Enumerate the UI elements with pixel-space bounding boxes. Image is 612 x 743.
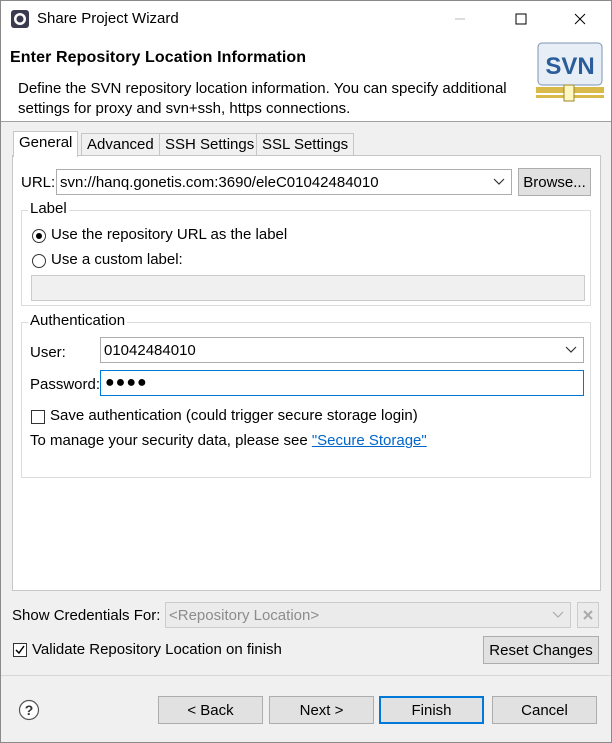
url-label: URL:: [21, 174, 56, 191]
secure-storage-text: To manage your security data, please see: [30, 432, 308, 449]
password-value: ●●●●: [105, 374, 148, 391]
chevron-down-icon: [552, 611, 564, 618]
authentication-group: Authentication User: 01042484010 Passwor…: [21, 312, 591, 478]
user-combobox[interactable]: 01042484010: [100, 337, 584, 363]
save-authentication-checkbox[interactable]: [31, 410, 45, 424]
svg-text:?: ?: [25, 702, 34, 718]
radio-selected-dot: [36, 233, 42, 239]
user-label: User:: [30, 344, 66, 361]
authentication-group-title: Authentication: [28, 312, 128, 329]
tab-ssh-settings-label: SSH Settings: [165, 136, 255, 153]
tab-ssl-settings[interactable]: SSL Settings: [256, 133, 355, 156]
back-button[interactable]: < Back: [158, 696, 263, 724]
wizard-window: Share Project Wizard Enter Repository Lo…: [0, 0, 612, 743]
minimize-button[interactable]: [437, 1, 483, 37]
finish-button-label: Finish: [411, 701, 452, 719]
use-repo-url-label[interactable]: Use the repository URL as the label: [51, 226, 287, 243]
close-icon: [574, 13, 586, 25]
window-title: Share Project Wizard: [37, 10, 179, 27]
general-tab-panel: URL: svn://hanq.gonetis.com:3690/eleC010…: [12, 155, 601, 591]
use-repo-url-radio[interactable]: [32, 229, 46, 243]
maximize-icon: [515, 13, 527, 25]
browse-button[interactable]: Browse...: [518, 168, 591, 196]
tab-general[interactable]: General: [13, 131, 79, 157]
minimize-icon: [455, 18, 465, 20]
page-description: Define the SVN repository location infor…: [18, 80, 507, 117]
url-combobox[interactable]: svn://hanq.gonetis.com:3690/eleC01042484…: [56, 169, 512, 195]
chevron-down-icon: [493, 178, 505, 185]
title-bar: Share Project Wizard: [1, 1, 611, 37]
delete-credentials-button[interactable]: [577, 602, 599, 628]
footer-separator: [1, 675, 611, 676]
validate-label[interactable]: Validate Repository Location on finish: [32, 641, 282, 658]
show-credentials-combobox[interactable]: <Repository Location>: [165, 602, 571, 628]
cancel-button-label: Cancel: [521, 701, 568, 719]
show-credentials-value: <Repository Location>: [169, 607, 320, 624]
tab-general-label: General: [19, 134, 73, 151]
tab-ssl-settings-label: SSL Settings: [262, 136, 349, 153]
cancel-button[interactable]: Cancel: [492, 696, 597, 724]
maximize-button[interactable]: [498, 1, 544, 37]
svn-logo-icon: SVN: [536, 42, 604, 102]
label-group-title: Label: [28, 200, 69, 217]
reset-changes-label: Reset Changes: [489, 641, 593, 659]
wizard-header: Enter Repository Location Information De…: [1, 37, 611, 122]
page-title: Enter Repository Location Information: [10, 49, 307, 66]
help-icon[interactable]: ?: [18, 699, 40, 721]
tab-ssh-settings[interactable]: SSH Settings: [159, 133, 261, 156]
chevron-down-icon: [565, 346, 577, 353]
use-custom-label-text[interactable]: Use a custom label:: [51, 251, 183, 268]
show-credentials-label: Show Credentials For:: [12, 607, 161, 624]
secure-storage-link[interactable]: "Secure Storage": [312, 432, 427, 449]
eclipse-app-icon: [11, 10, 29, 28]
finish-button[interactable]: Finish: [379, 696, 484, 724]
user-value: 01042484010: [104, 342, 196, 359]
tab-advanced[interactable]: Advanced: [81, 133, 160, 156]
next-button-label: Next >: [299, 701, 344, 719]
browse-button-label: Browse...: [523, 173, 586, 191]
password-input[interactable]: ●●●●: [100, 370, 584, 396]
label-group: Label Use the repository URL as the labe…: [21, 200, 591, 306]
url-value: svn://hanq.gonetis.com:3690/eleC01042484…: [60, 174, 379, 191]
checkmark-icon: [15, 645, 25, 655]
svn-logo-text: SVN: [545, 53, 594, 80]
back-button-label: < Back: [187, 701, 234, 719]
password-label: Password:: [30, 376, 101, 393]
secure-storage-hint: To manage your security data, please see…: [30, 432, 427, 449]
custom-label-input[interactable]: [31, 275, 585, 301]
save-authentication-label[interactable]: Save authentication (could trigger secur…: [50, 407, 418, 424]
reset-changes-button[interactable]: Reset Changes: [483, 636, 599, 664]
delete-icon: [583, 610, 593, 620]
close-button[interactable]: [557, 1, 603, 37]
next-button[interactable]: Next >: [269, 696, 374, 724]
tab-advanced-label: Advanced: [87, 136, 154, 153]
validate-checkbox[interactable]: [13, 643, 27, 657]
use-custom-label-radio[interactable]: [32, 254, 46, 268]
